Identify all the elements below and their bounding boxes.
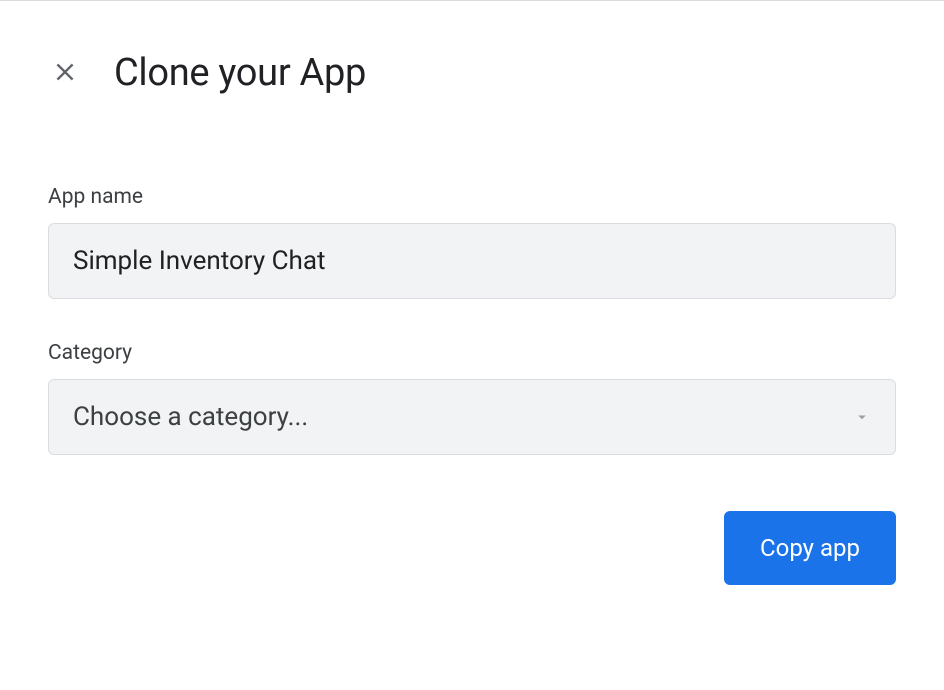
dialog-title: Clone your App [114, 51, 366, 95]
chevron-down-icon [853, 408, 871, 426]
category-field-group: Category Choose a category... [48, 341, 896, 455]
dialog-header: Clone your App [48, 51, 896, 95]
close-button[interactable] [48, 55, 82, 92]
copy-app-button[interactable]: Copy app [724, 511, 896, 585]
category-select-value: Choose a category... [73, 402, 308, 432]
app-name-field-group: App name [48, 185, 896, 299]
category-select[interactable]: Choose a category... [48, 379, 896, 455]
dialog-actions: Copy app [48, 511, 896, 585]
category-label: Category [48, 341, 896, 365]
app-name-label: App name [48, 185, 896, 209]
clone-app-dialog: Clone your App App name Category Choose … [0, 1, 944, 633]
app-name-input[interactable] [48, 223, 896, 299]
close-icon [52, 59, 78, 88]
